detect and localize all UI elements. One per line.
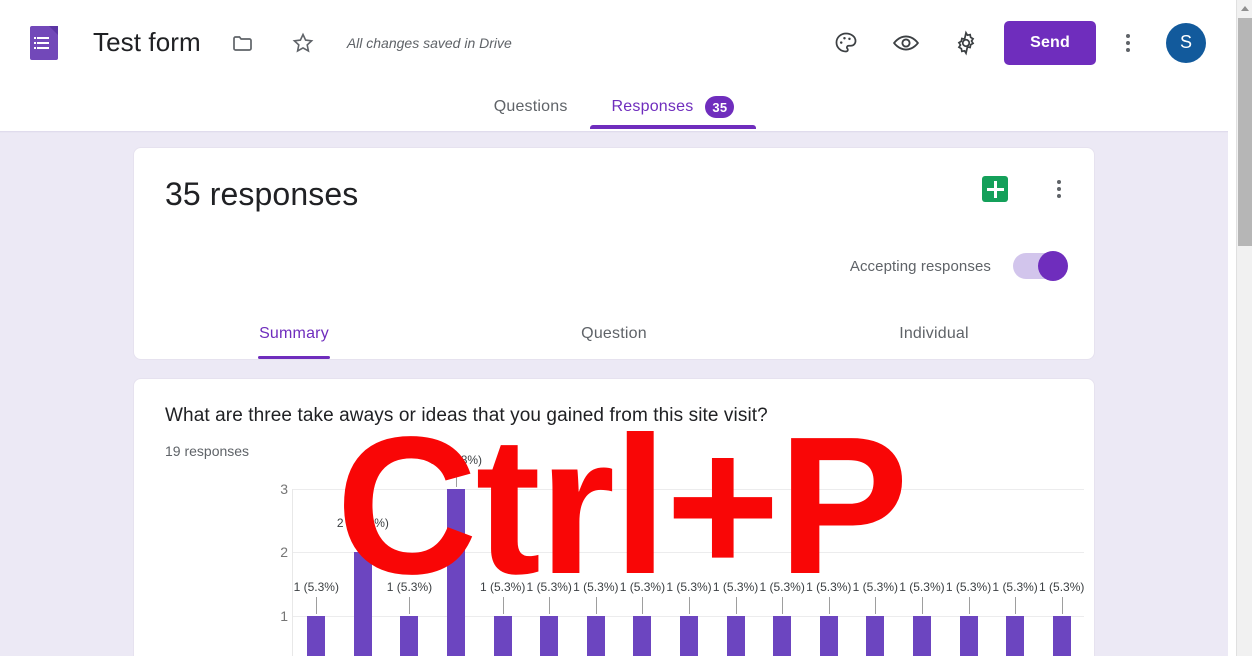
chart-bar[interactable] xyxy=(1006,615,1025,656)
palette-icon[interactable] xyxy=(826,23,866,63)
tab-question[interactable]: Question xyxy=(454,325,774,359)
tab-question-label: Question xyxy=(581,325,647,342)
scrollbar-thumb[interactable] xyxy=(1238,18,1252,246)
appbar-shadow xyxy=(0,131,1228,133)
tab-questions[interactable]: Questions xyxy=(472,85,590,129)
chart-bar-leader xyxy=(1015,596,1017,614)
chart-bar[interactable] xyxy=(1052,615,1071,656)
toggle-knob xyxy=(1038,251,1068,281)
gear-icon[interactable] xyxy=(946,23,986,63)
form-title[interactable]: Test form xyxy=(93,27,201,58)
star-icon[interactable] xyxy=(283,23,323,63)
chart-bar-leader xyxy=(316,596,318,614)
tab-summary-label: Summary xyxy=(259,325,329,342)
chart-bar[interactable] xyxy=(633,615,652,656)
more-vertical-icon[interactable] xyxy=(1108,23,1148,63)
chart-bar[interactable] xyxy=(493,615,512,656)
accepting-responses-label: Accepting responses xyxy=(849,257,991,275)
question-response-count: 19 responses xyxy=(165,443,250,459)
eye-icon[interactable] xyxy=(886,23,926,63)
chart-bar-label: 1 (5.3%) xyxy=(992,579,1038,594)
chart-bar-leader xyxy=(921,596,923,614)
ctrl-p-overlay-text: Ctrl+P xyxy=(336,396,909,615)
chart-bar-label: 1 (5.3%) xyxy=(293,579,339,594)
accepting-responses-row: Accepting responses xyxy=(849,251,1068,281)
tab-individual[interactable]: Individual xyxy=(774,325,1094,359)
responses-total-heading: 35 responses xyxy=(165,176,359,212)
save-status-text: All changes saved in Drive xyxy=(346,34,512,51)
chart-y-tick: 2 xyxy=(280,544,288,561)
chart-bar[interactable] xyxy=(819,615,838,656)
chart-bar-leader xyxy=(1061,596,1063,614)
accepting-responses-toggle[interactable] xyxy=(1013,251,1068,281)
tab-summary[interactable]: Summary xyxy=(134,325,454,359)
screenshot-root: Test form All changes saved in Drive Sen… xyxy=(0,0,1252,656)
responses-summary-card: 35 responses Accepting responses Summary… xyxy=(133,147,1095,360)
chart-bar[interactable] xyxy=(680,615,698,656)
tab-responses-label: Responses xyxy=(611,98,694,115)
scroll-up-arrow-icon[interactable] xyxy=(1237,0,1252,17)
chart-bar[interactable] xyxy=(959,615,978,656)
app-bar: Test form All changes saved in Drive Sen… xyxy=(0,0,1228,85)
chart-bar[interactable] xyxy=(400,615,419,656)
google-sheets-create-icon[interactable] xyxy=(982,176,1008,202)
more-dots xyxy=(1126,33,1130,52)
chart-bar-label: 1 (5.3%) xyxy=(1039,579,1085,594)
responses-count-badge: 35 xyxy=(705,96,735,118)
chart-bar[interactable] xyxy=(726,615,745,656)
form-tabs: Questions Responses 35 xyxy=(0,85,1228,131)
page-scrollbar[interactable] xyxy=(1236,0,1252,656)
tab-questions-label: Questions xyxy=(493,98,568,115)
chart-bar-label: 1 (5.3%) xyxy=(945,579,992,594)
responses-view-tabs: Summary Question Individual xyxy=(134,299,1094,359)
chart-bar[interactable] xyxy=(540,615,559,656)
google-forms-icon xyxy=(30,25,58,60)
chart-bar-leader xyxy=(968,596,970,614)
responses-more-options-icon[interactable] xyxy=(1042,172,1076,206)
send-button[interactable]: Send xyxy=(1004,20,1096,65)
chart-bar[interactable] xyxy=(586,615,605,656)
avatar[interactable]: S xyxy=(1166,22,1206,63)
chart-bar[interactable] xyxy=(773,615,792,656)
tab-responses[interactable]: Responses 35 xyxy=(589,85,757,129)
chart-y-tick: 3 xyxy=(280,481,288,497)
chart-y-tick: 1 xyxy=(280,607,288,624)
folder-icon[interactable] xyxy=(223,23,263,63)
tab-individual-label: Individual xyxy=(899,325,969,342)
chart-y-axis: 1 2 3 xyxy=(254,481,288,656)
chart-bar[interactable] xyxy=(866,615,885,656)
chart-bar[interactable] xyxy=(307,615,326,656)
chart-bar[interactable] xyxy=(912,615,931,656)
